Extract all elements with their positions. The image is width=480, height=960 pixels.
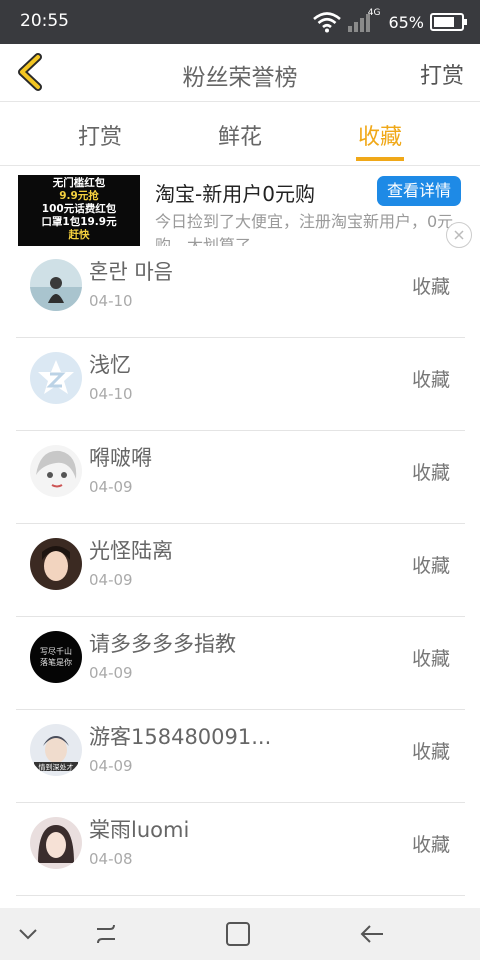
ad-description: 今日捡到了大便宜，注册淘宝新用户，0元购，太划算了 [155, 212, 454, 246]
back-icon[interactable] [14, 52, 46, 92]
list-item[interactable]: 浅忆 04-10 收藏 [16, 339, 465, 431]
ad-image[interactable]: 无门槛红包 9.9元抢 100元话费红包 口罩1包19.9元 赶快 [18, 175, 140, 246]
tab-favorites[interactable]: 收藏 [340, 119, 420, 151]
user-name: 嘚啵嘚 [89, 446, 152, 470]
list-item[interactable]: 情到深处才 游客158480091... 04-09 收藏 [16, 711, 465, 803]
user-name: 혼란 마음 [89, 260, 173, 284]
ad-title: 淘宝-新用户0元购 [155, 182, 315, 206]
ad-image-line: 100元话费红包 [41, 203, 117, 215]
list-item[interactable]: 光怪陆离 04-09 收藏 [16, 525, 465, 617]
date: 04-09 [89, 664, 133, 682]
home-button[interactable] [222, 918, 254, 950]
date: 04-10 [89, 385, 133, 403]
favorite-label: 收藏 [411, 834, 450, 856]
favorite-label: 收藏 [411, 462, 450, 484]
back-arrow-icon [360, 925, 383, 943]
date: 04-09 [89, 478, 133, 496]
favorite-label: 收藏 [411, 555, 450, 577]
title-bar: 粉丝荣誉榜 打赏 [0, 44, 480, 102]
avatar[interactable] [30, 817, 82, 869]
network-type: 4G [367, 8, 381, 18]
reward-button[interactable]: 打赏 [420, 58, 464, 90]
ad-close-button[interactable] [446, 222, 472, 248]
avatar[interactable] [30, 538, 82, 590]
avatar[interactable] [30, 445, 82, 497]
battery-percent: 65% [388, 12, 424, 32]
favorite-label: 收藏 [411, 741, 450, 763]
avatar[interactable] [30, 259, 82, 311]
date: 04-10 [89, 292, 133, 310]
battery-icon [430, 13, 468, 31]
status-time: 20:55 [20, 11, 69, 31]
active-tab-indicator [356, 157, 404, 161]
list-item[interactable]: 写尽千山 落笔是你 请多多多多指教 04-09 收藏 [16, 618, 465, 710]
favorite-label: 收藏 [411, 648, 450, 670]
date: 04-09 [89, 571, 133, 589]
recents-button[interactable] [90, 918, 122, 950]
ad-image-line: 9.9元抢 [59, 190, 99, 202]
ad-banner[interactable]: 无门槛红包 9.9元抢 100元话费红包 口罩1包19.9元 赶快 淘宝-新用户… [0, 166, 480, 246]
recents-icon [97, 924, 115, 944]
status-bar: 20:55 4G 65% [0, 0, 480, 44]
list-item[interactable]: 혼란 마음 04-10 收藏 [16, 246, 465, 338]
user-name: 游客158480091... [89, 725, 272, 749]
close-icon [454, 230, 464, 240]
system-nav-bar [0, 908, 480, 960]
tab-bar: 打赏 鲜花 收藏 [0, 102, 480, 166]
wifi-icon [312, 11, 342, 33]
tab-flowers[interactable]: 鲜花 [200, 119, 280, 151]
back-nav-button[interactable] [356, 918, 388, 950]
user-name: 光怪陆离 [89, 539, 173, 563]
avatar-text: 落笔是你 [40, 657, 72, 667]
avatar-text: 情到深处才 [39, 763, 74, 772]
list-item[interactable]: 棠雨luomi 04-08 收藏 [16, 804, 465, 896]
favorites-list[interactable]: 혼란 마음 04-10 收藏 浅忆 04-10 收藏 嘚啵嘚 04-09 收藏 … [0, 246, 480, 908]
user-name: 棠雨luomi [89, 818, 190, 842]
date: 04-08 [89, 850, 133, 868]
page-title: 粉丝荣誉榜 [182, 65, 298, 91]
ad-image-line: 口罩1包19.9元 [41, 216, 117, 228]
favorite-label: 收藏 [411, 276, 450, 298]
chevron-down-icon [19, 929, 37, 940]
ad-image-line: 无门槛红包 [52, 177, 106, 189]
user-name: 浅忆 [89, 353, 131, 377]
avatar[interactable] [30, 352, 82, 404]
tab-reward[interactable]: 打赏 [60, 119, 140, 151]
ad-image-line: 赶快 [68, 229, 90, 241]
avatar-text: 写尽千山 [40, 646, 72, 656]
favorite-label: 收藏 [411, 369, 450, 391]
ad-details-button[interactable]: 查看详情 [377, 176, 461, 206]
date: 04-09 [89, 757, 133, 775]
list-item[interactable]: 嘚啵嘚 04-09 收藏 [16, 432, 465, 524]
home-icon [226, 922, 250, 946]
avatar[interactable]: 写尽千山 落笔是你 [30, 631, 82, 683]
hide-nav-button[interactable] [12, 918, 44, 950]
status-icons: 4G 65% [312, 8, 468, 36]
avatar[interactable]: 情到深处才 [30, 724, 82, 776]
user-name: 请多多多多指教 [89, 632, 236, 656]
